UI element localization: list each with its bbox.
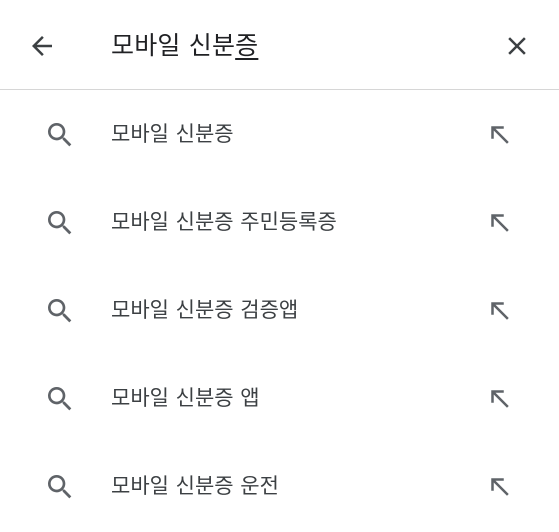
fill-query-button[interactable]: [481, 292, 519, 330]
arrow-north-west-icon: [491, 390, 509, 408]
suggestion-label: 모바일 신분증 앱: [111, 386, 260, 410]
clear-button[interactable]: [497, 26, 537, 66]
arrow-north-west-icon: [491, 478, 509, 496]
fill-query-button[interactable]: [481, 380, 519, 418]
back-button[interactable]: [22, 26, 62, 66]
suggestion-item[interactable]: 모바일 신분증 운전: [0, 442, 559, 530]
search-header: 모바일 신분증: [0, 0, 559, 90]
search-icon: [48, 387, 72, 411]
suggestion-list: 모바일 신분증 모바일 신분증 주민등록증 모바일 신분증 검증앱 모바일 신분…: [0, 90, 559, 530]
suggestion-label: 모바일 신분증: [111, 122, 234, 146]
suggestion-item[interactable]: 모바일 신분증 검증앱: [0, 266, 559, 354]
fill-query-button[interactable]: [481, 116, 519, 154]
arrow-north-west-icon: [491, 214, 509, 232]
arrow-north-west-icon: [491, 302, 509, 320]
query-committed-text: 모바일 신분: [111, 31, 236, 60]
suggestion-item[interactable]: 모바일 신분증 주민등록증: [0, 178, 559, 266]
suggestion-label: 모바일 신분증 운전: [111, 474, 279, 498]
search-icon: [48, 211, 72, 235]
suggestion-item[interactable]: 모바일 신분증: [0, 90, 559, 178]
suggestion-label: 모바일 신분증 주민등록증: [111, 210, 337, 234]
search-input[interactable]: 모바일 신분증: [111, 28, 258, 64]
suggestion-item[interactable]: 모바일 신분증 앱: [0, 354, 559, 442]
search-icon: [48, 475, 72, 499]
query-composing-text: 증: [235, 31, 259, 60]
arrow-back-icon: [32, 36, 52, 56]
fill-query-button[interactable]: [481, 468, 519, 506]
search-icon: [48, 123, 72, 147]
fill-query-button[interactable]: [481, 204, 519, 242]
search-icon: [48, 299, 72, 323]
arrow-north-west-icon: [491, 126, 509, 144]
close-icon: [508, 37, 526, 55]
suggestion-label: 모바일 신분증 검증앱: [111, 298, 299, 322]
